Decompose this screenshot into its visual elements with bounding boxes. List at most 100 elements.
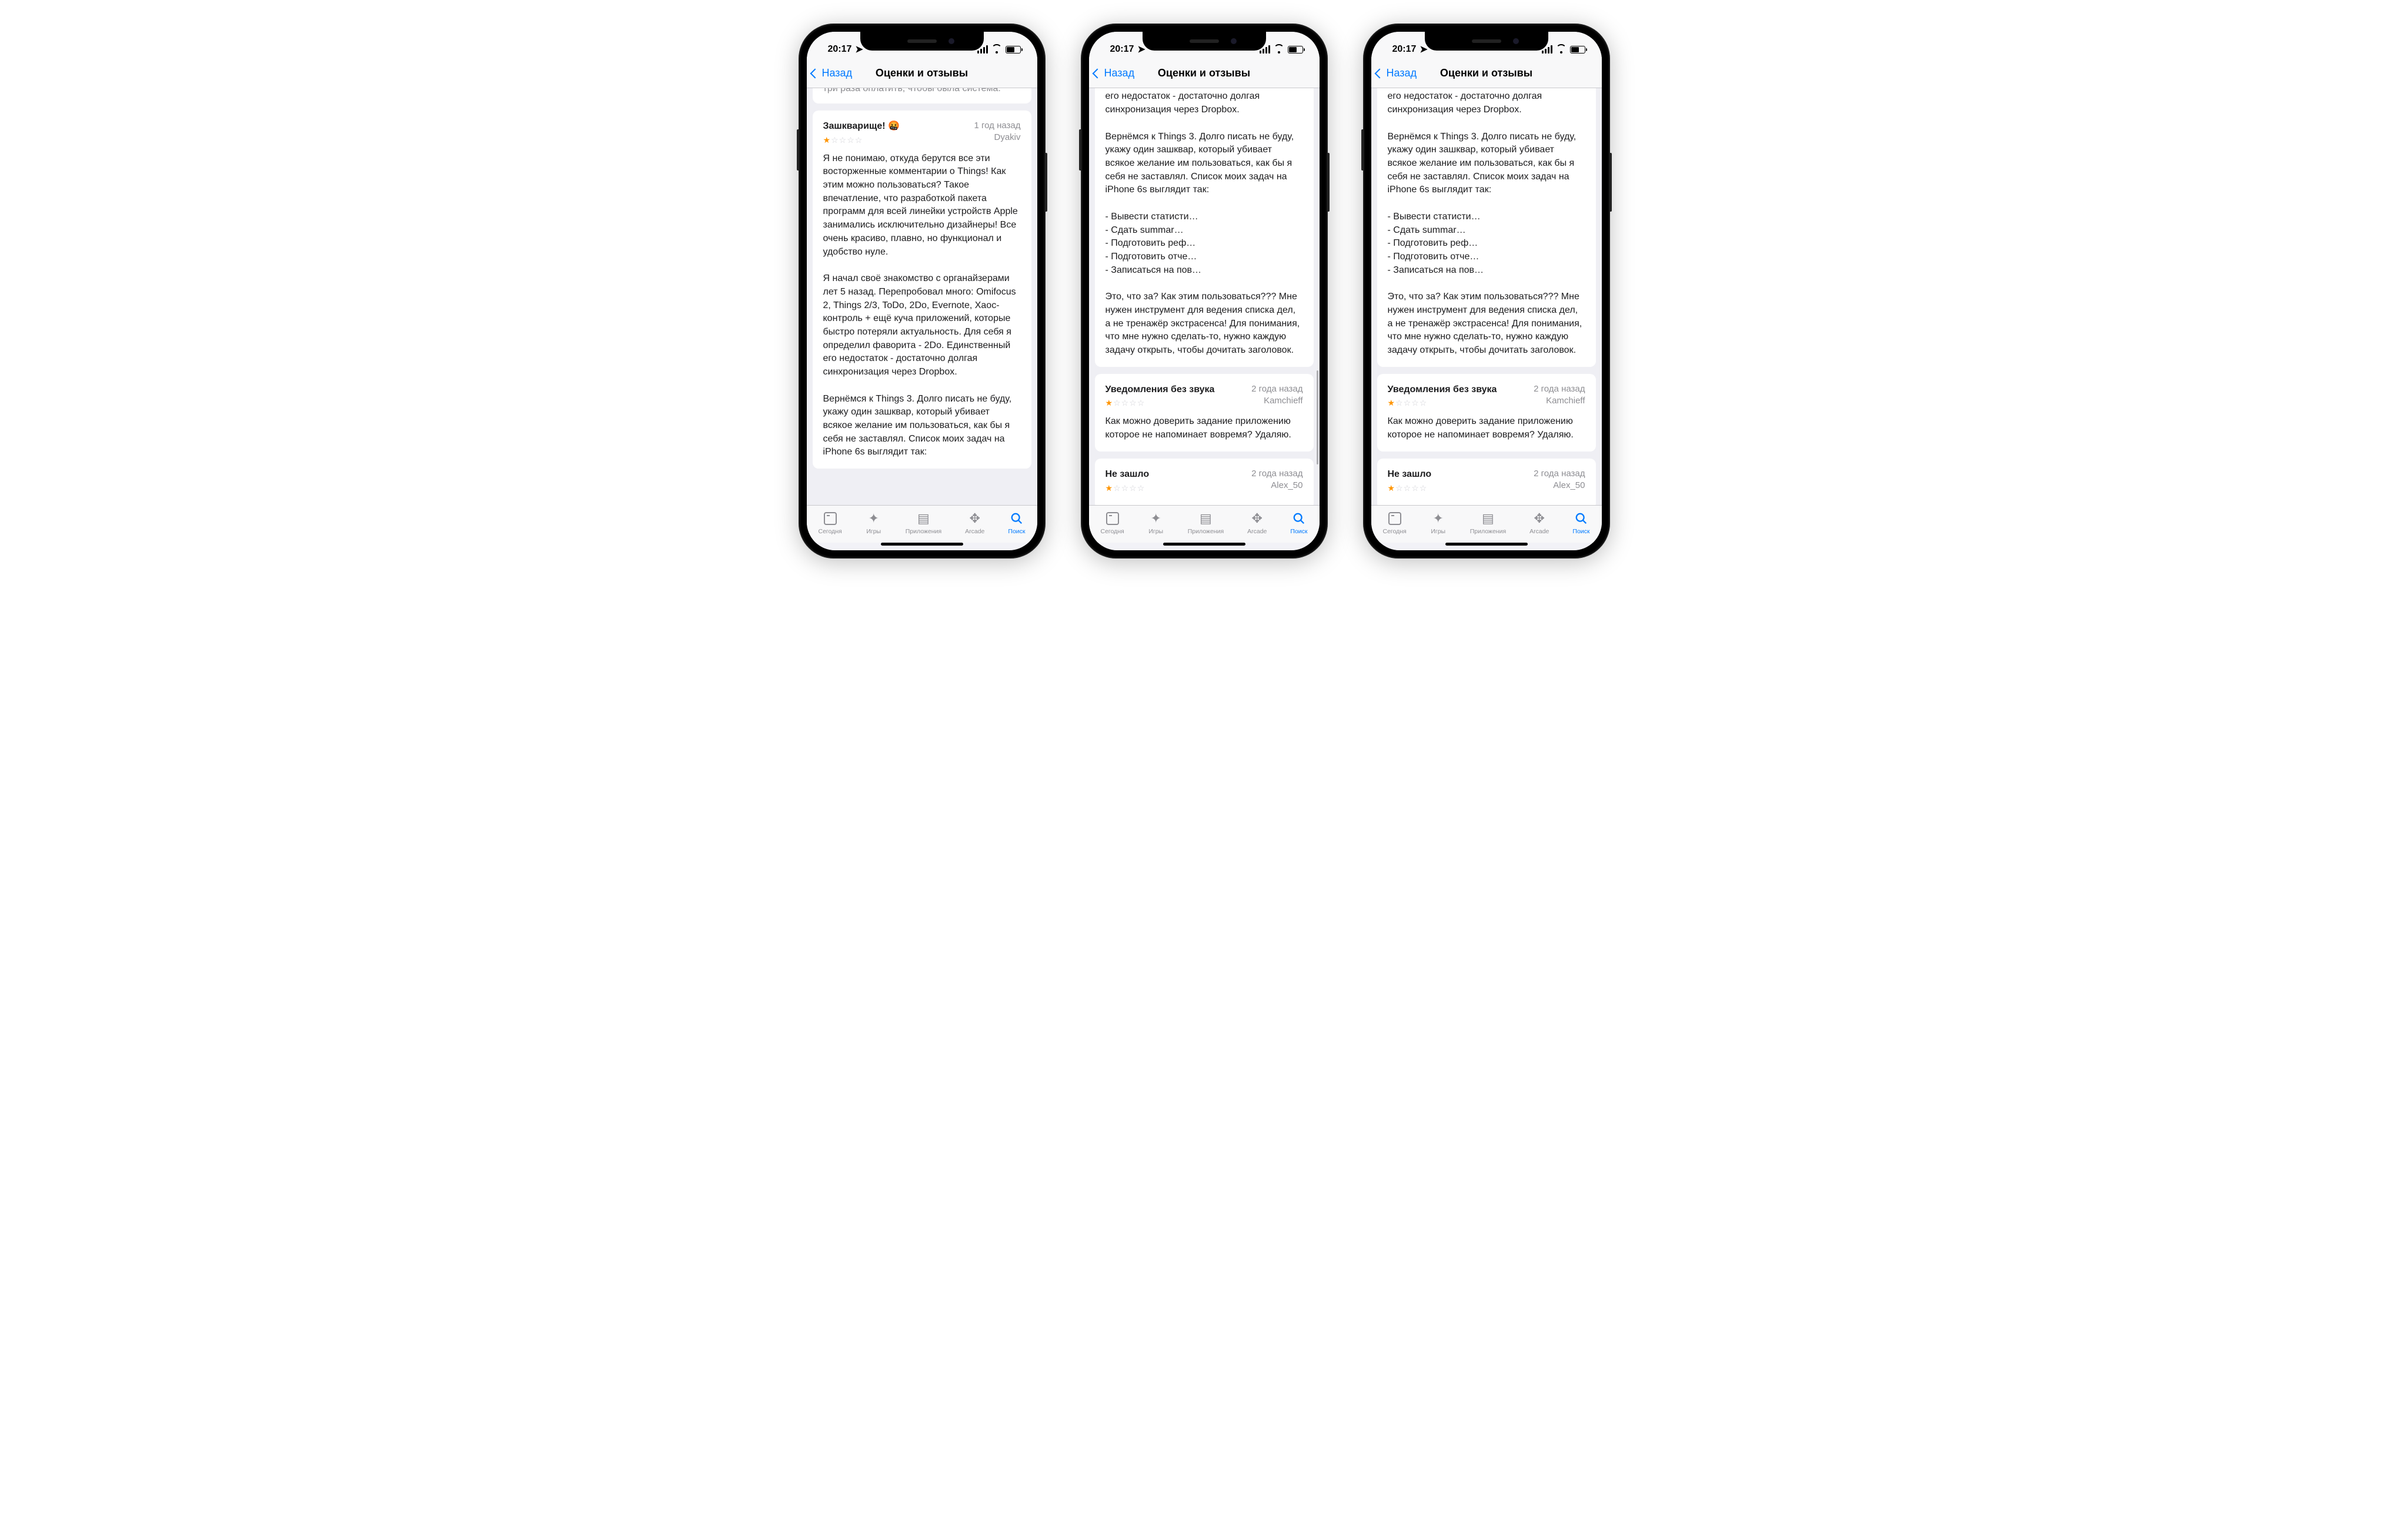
page-title: Оценки и отзывы: [876, 67, 968, 79]
tab-today[interactable]: Сегодня: [1100, 511, 1124, 535]
phone-mock-1: 20:17 ➤ Назад Оценки и отзывы три раза о…: [799, 24, 1046, 559]
today-icon: [824, 512, 837, 525]
star-icon: ★: [823, 135, 831, 145]
tab-bar: Сегодня ✦ Игры ▤ Приложения ✥Arcade Поиск: [1371, 505, 1602, 543]
chevron-left-icon: [1092, 68, 1102, 78]
review-card[interactable]: Уведомления без звука ★☆☆☆☆ 2 года назад…: [1377, 374, 1596, 452]
review-time: 2 года назад: [1251, 468, 1302, 480]
review-author: Alex_50: [1251, 480, 1302, 492]
reviews-scroll[interactable]: три раза оплатить, чтобы была система. З…: [807, 88, 1037, 505]
review-author: Kamchieff: [1251, 395, 1302, 407]
apps-icon: ▤: [1197, 511, 1214, 526]
notch: [860, 32, 984, 51]
review-time: 2 года назад: [1534, 383, 1585, 395]
tab-label: Сегодня: [1382, 528, 1406, 535]
tab-label: Сегодня: [1100, 528, 1124, 535]
today-icon: [1388, 512, 1401, 525]
wifi-icon: [1274, 46, 1284, 54]
today-icon: [1106, 512, 1119, 525]
review-time: 2 года назад: [1534, 468, 1585, 480]
home-indicator[interactable]: [1163, 543, 1245, 546]
search-icon: [1291, 511, 1307, 526]
tab-today[interactable]: Сегодня: [1382, 511, 1406, 535]
review-card[interactable]: Зашкварище! 🤬 ★☆☆☆☆ 1 год назад Dyakiv Я…: [813, 111, 1031, 469]
tab-label: Приложения: [1470, 528, 1506, 535]
tab-bar: Сегодня ✦ Игры ▤ Приложения ✥ Arcade Пои…: [807, 505, 1037, 543]
back-button[interactable]: Назад: [811, 59, 853, 88]
battery-icon: [1288, 46, 1303, 54]
page-title: Оценки и отзывы: [1158, 67, 1250, 79]
search-icon: [1008, 511, 1025, 526]
tab-label: Игры: [1148, 528, 1163, 535]
review-body: Я не понимаю, откуда берутся все эти вос…: [1106, 88, 1303, 357]
nav-bar: Назад Оценки и отзывы: [1371, 59, 1602, 88]
tab-label: Arcade: [1529, 528, 1549, 535]
review-card[interactable]: Зашкварище! 🤬 ★☆☆☆☆ 1 год назадDyakiv Я …: [1377, 88, 1596, 367]
review-card[interactable]: Уведомления без звука ★☆☆☆☆ 2 года назад…: [1095, 374, 1314, 452]
review-time: 1 год назад: [974, 120, 1020, 132]
tab-apps[interactable]: ▤ Приложения: [1188, 511, 1224, 535]
tab-search[interactable]: Поиск: [1290, 511, 1307, 535]
tab-label: Игры: [1431, 528, 1445, 535]
review-card[interactable]: Не зашло ★☆☆☆☆ 2 года назадAlex_50: [1095, 459, 1314, 505]
tab-label: Arcade: [1247, 528, 1267, 535]
wifi-icon: [1556, 46, 1567, 54]
tab-apps[interactable]: ▤ Приложения: [1470, 511, 1506, 535]
arcade-icon: ✥: [1249, 511, 1265, 526]
tab-label: Сегодня: [818, 528, 841, 535]
battery-icon: [1006, 46, 1021, 54]
page-title: Оценки и отзывы: [1440, 67, 1532, 79]
home-indicator[interactable]: [1445, 543, 1528, 546]
tab-label: Поиск: [1572, 528, 1589, 535]
screen: 20:17➤ Назад Оценки и отзывы Зашкварище!…: [1371, 32, 1602, 550]
review-body: Как можно доверить задание приложению ко…: [1106, 415, 1303, 442]
battery-icon: [1570, 46, 1585, 54]
rocket-icon: ✦: [866, 511, 882, 526]
tab-today[interactable]: Сегодня: [818, 511, 841, 535]
status-time: 20:17: [1392, 44, 1417, 55]
tab-search[interactable]: Поиск: [1572, 511, 1589, 535]
tab-apps[interactable]: ▤ Приложения: [906, 511, 941, 535]
nav-bar: Назад Оценки и отзывы: [807, 59, 1037, 88]
search-icon: [1573, 511, 1589, 526]
notch: [1425, 32, 1548, 51]
apps-icon: ▤: [915, 511, 931, 526]
tab-label: Приложения: [906, 528, 941, 535]
tab-games[interactable]: ✦ Игры: [866, 511, 882, 535]
tab-games[interactable]: ✦ Игры: [1430, 511, 1447, 535]
chevron-left-icon: [1374, 68, 1384, 78]
review-card[interactable]: Зашкварище! 🤬 ★☆☆☆☆ 1 год назадDyakiv Я …: [1095, 88, 1314, 367]
review-body: Как можно доверить задание приложению ко…: [1388, 415, 1585, 442]
back-button[interactable]: Назад: [1376, 59, 1417, 88]
scrollbar[interactable]: [1317, 370, 1318, 464]
back-label: Назад: [1387, 67, 1417, 79]
tab-label: Приложения: [1188, 528, 1224, 535]
chevron-left-icon: [810, 68, 820, 78]
rocket-icon: ✦: [1148, 511, 1164, 526]
home-indicator[interactable]: [881, 543, 963, 546]
star-icon: ☆: [831, 135, 839, 145]
reviews-scroll[interactable]: Зашкварище! 🤬 ★☆☆☆☆ 1 год назадDyakiv Я …: [1089, 88, 1320, 505]
tab-search[interactable]: Поиск: [1008, 511, 1025, 535]
tab-label: Поиск: [1008, 528, 1025, 535]
status-time: 20:17: [828, 44, 852, 55]
tab-arcade[interactable]: ✥Arcade: [1529, 511, 1549, 535]
prev-review-text: три раза оплатить, чтобы была система.: [823, 88, 1001, 93]
rocket-icon: ✦: [1430, 511, 1447, 526]
tab-games[interactable]: ✦ Игры: [1148, 511, 1164, 535]
screen: 20:17 ➤ Назад Оценки и отзывы три раза о…: [807, 32, 1037, 550]
tab-arcade[interactable]: ✥ Arcade: [1247, 511, 1267, 535]
review-card[interactable]: Не зашло ★☆☆☆☆ 2 года назадAlex_50: [1377, 459, 1596, 505]
review-author: Dyakiv: [974, 132, 1020, 143]
screen: 20:17➤ Назад Оценки и отзывы Зашкварище!…: [1089, 32, 1320, 550]
phone-mock-3: 20:17➤ Назад Оценки и отзывы Зашкварище!…: [1363, 24, 1610, 559]
tab-arcade[interactable]: ✥ Arcade: [965, 511, 984, 535]
prev-review-card-tail[interactable]: три раза оплатить, чтобы была система.: [813, 88, 1031, 103]
review-body: Я не понимаю, откуда берутся все эти вос…: [1388, 88, 1585, 357]
apps-icon: ▤: [1479, 511, 1496, 526]
back-button[interactable]: Назад: [1094, 59, 1135, 88]
tab-label: Arcade: [965, 528, 984, 535]
star-icon: ☆: [855, 135, 863, 145]
phone-mock-2: 20:17➤ Назад Оценки и отзывы Зашкварище!…: [1081, 24, 1328, 559]
reviews-scroll[interactable]: Зашкварище! 🤬 ★☆☆☆☆ 1 год назадDyakiv Я …: [1371, 88, 1602, 505]
